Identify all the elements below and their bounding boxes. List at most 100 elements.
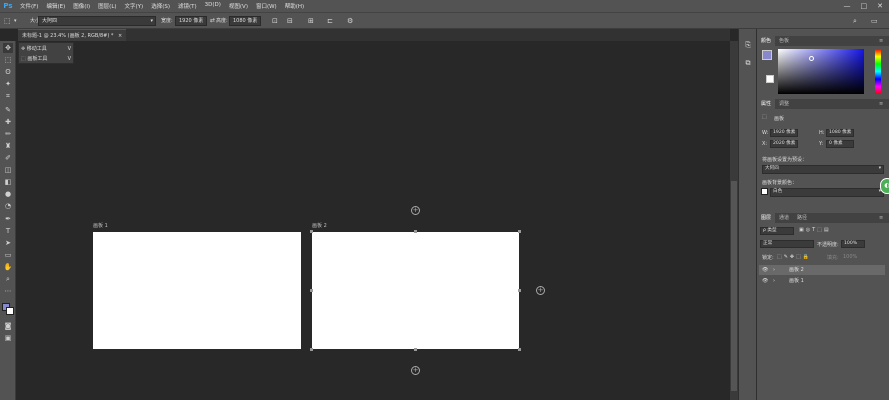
zoom-tool-icon[interactable]: ⌕ xyxy=(3,274,13,284)
add-artboard-top-icon[interactable]: + xyxy=(411,206,420,215)
menu-type[interactable]: 文字(Y) xyxy=(121,2,148,10)
opacity-field[interactable]: 100% xyxy=(841,240,865,248)
settings-gear-icon[interactable]: ⚙ xyxy=(347,16,353,26)
menu-select[interactable]: 选择(S) xyxy=(147,2,174,10)
magic-wand-tool-icon[interactable]: ✦ xyxy=(3,79,13,89)
landscape-icon[interactable]: ⊟ xyxy=(287,16,293,26)
artboard-2[interactable] xyxy=(312,232,519,349)
bg-color-swatch[interactable] xyxy=(766,75,774,83)
rectangle-tool-icon[interactable]: ▭ xyxy=(3,250,13,260)
tab-adjustments[interactable]: 调整 xyxy=(775,99,793,109)
artboard-tool-option[interactable]: ⬚ 画板工具 V xyxy=(21,54,73,64)
w-field[interactable]: 1920 像素 xyxy=(770,129,798,137)
artboard-1-label[interactable]: 画板 1 xyxy=(93,222,108,229)
align-left-icon[interactable]: ⊏ xyxy=(327,16,333,26)
h-field[interactable]: 1080 像素 xyxy=(826,129,854,137)
menu-layer[interactable]: 图层(L) xyxy=(94,2,120,10)
resize-handle[interactable] xyxy=(518,289,521,292)
artboard-tool-icon[interactable]: ⬚ xyxy=(4,16,11,26)
panel-menu-icon[interactable]: ≡ xyxy=(875,36,887,46)
expand-chevron-icon[interactable]: › xyxy=(773,276,775,286)
menu-edit[interactable]: 编辑(E) xyxy=(42,2,69,10)
quick-mask-icon[interactable]: ◙ xyxy=(3,321,13,331)
swap-icon[interactable]: ⇄ xyxy=(210,16,215,26)
preset-select[interactable]: 大阿四 ▾ xyxy=(762,165,884,174)
menu-file[interactable]: 文件(F) xyxy=(16,2,42,10)
pen-tool-icon[interactable]: ✒ xyxy=(3,214,13,224)
layer-row-artboard-1[interactable]: 👁 › 画板 1 xyxy=(759,276,885,286)
search-icon[interactable]: ⌕ xyxy=(853,16,857,26)
eraser-tool-icon[interactable]: ◫ xyxy=(3,165,13,175)
move-tool-icon[interactable]: ✥ xyxy=(3,43,13,53)
dodge-tool-icon[interactable]: ◔ xyxy=(3,201,13,211)
more-tools-icon[interactable]: ⋯ xyxy=(3,286,13,296)
layer-row-artboard-2[interactable]: 👁 › 画板 2 xyxy=(759,265,885,275)
filter-icons[interactable]: ▣◎T⬚▤ xyxy=(799,227,831,233)
tab-close-icon[interactable]: × xyxy=(118,33,122,39)
workspace-icon[interactable]: ▭ xyxy=(871,16,878,26)
visibility-eye-icon[interactable]: 👁 xyxy=(762,276,768,286)
resize-handle[interactable] xyxy=(414,348,417,351)
screen-mode-icon[interactable]: ▣ xyxy=(3,333,13,343)
new-artboard-icon[interactable]: ⊞ xyxy=(308,16,314,26)
properties-icon[interactable]: ⧉ xyxy=(743,59,753,69)
history-brush-tool-icon[interactable]: ✐ xyxy=(3,153,13,163)
color-picker-cursor[interactable] xyxy=(809,56,814,61)
lock-icons[interactable]: ⬚✎✥⬚🔒 xyxy=(777,254,811,260)
brush-tool-icon[interactable]: ✏ xyxy=(3,129,13,139)
resize-handle[interactable] xyxy=(310,348,313,351)
fg-color-swatch[interactable] xyxy=(762,50,772,60)
marquee-tool-icon[interactable]: ⬚ xyxy=(3,55,13,65)
healing-brush-tool-icon[interactable]: ✚ xyxy=(3,117,13,127)
type-tool-icon[interactable]: T xyxy=(3,226,13,236)
canvas-scrollbar[interactable] xyxy=(730,41,738,400)
blur-tool-icon[interactable]: ● xyxy=(3,189,13,199)
tab-layers[interactable]: 图层 xyxy=(757,213,776,223)
menu-help[interactable]: 帮助(H) xyxy=(281,2,308,10)
minimize-button[interactable]: — xyxy=(844,2,851,10)
document-tab[interactable]: 未标题-1 @ 23.4% (画板 2, RGB/8#) * × xyxy=(18,29,126,41)
panel-menu-icon[interactable]: ≡ xyxy=(875,99,887,109)
menu-window[interactable]: 窗口(W) xyxy=(252,2,281,10)
floating-action-icon[interactable]: ◐ xyxy=(880,178,889,194)
artboard-1[interactable] xyxy=(93,232,301,349)
crop-tool-icon[interactable]: ⌗ xyxy=(3,91,13,101)
height-field[interactable]: 1080 像素 xyxy=(229,16,261,26)
menu-image[interactable]: 图像(I) xyxy=(69,2,94,10)
size-select[interactable]: 大阿四 ▾ xyxy=(38,16,156,26)
panel-menu-icon[interactable]: ≡ xyxy=(875,213,887,223)
canvas-area[interactable]: 画板 1 画板 2 + + + xyxy=(17,41,730,400)
menu-3d[interactable]: 3D(D) xyxy=(201,2,225,10)
layer-filter-select[interactable]: ρ 类型 xyxy=(760,227,794,235)
artboard-bg-swatch[interactable] xyxy=(761,188,768,195)
resize-handle[interactable] xyxy=(518,348,521,351)
history-icon[interactable]: ⎘ xyxy=(743,41,753,51)
tab-properties[interactable]: 属性 xyxy=(757,99,776,109)
x-field[interactable]: 2020 像素 xyxy=(770,140,798,148)
portrait-icon[interactable]: ⊡ xyxy=(272,16,278,26)
resize-handle[interactable] xyxy=(414,230,417,233)
background-color-swatch[interactable] xyxy=(6,307,14,315)
hue-slider[interactable] xyxy=(875,49,881,94)
path-selection-tool-icon[interactable]: ➤ xyxy=(3,238,13,248)
menu-filter[interactable]: 滤镜(T) xyxy=(174,2,201,10)
resize-handle[interactable] xyxy=(310,289,313,292)
add-artboard-bottom-icon[interactable]: + xyxy=(411,366,420,375)
scrollbar-thumb[interactable] xyxy=(731,181,737,391)
menu-view[interactable]: 视图(V) xyxy=(225,2,252,10)
add-artboard-right-icon[interactable]: + xyxy=(536,286,545,295)
width-field[interactable]: 1920 像素 xyxy=(175,16,207,26)
blend-mode-select[interactable]: 正常 xyxy=(760,240,814,248)
tab-swatches[interactable]: 色板 xyxy=(775,36,793,46)
eyedropper-tool-icon[interactable]: ✎ xyxy=(3,105,13,115)
tool-preset-chevron-icon[interactable]: ▾ xyxy=(14,16,17,26)
y-field[interactable]: 0 像素 xyxy=(826,140,854,148)
hand-tool-icon[interactable]: ✋ xyxy=(3,262,13,272)
gradient-tool-icon[interactable]: ◧ xyxy=(3,177,13,187)
clone-stamp-tool-icon[interactable]: ♜ xyxy=(3,141,13,151)
lasso-tool-icon[interactable]: ʘ xyxy=(3,67,13,77)
bg-color-select[interactable]: 白色 ▾ xyxy=(770,188,884,197)
tab-color[interactable]: 颜色 xyxy=(757,36,776,46)
visibility-eye-icon[interactable]: 👁 xyxy=(762,265,768,275)
color-picker-field[interactable] xyxy=(778,49,864,94)
